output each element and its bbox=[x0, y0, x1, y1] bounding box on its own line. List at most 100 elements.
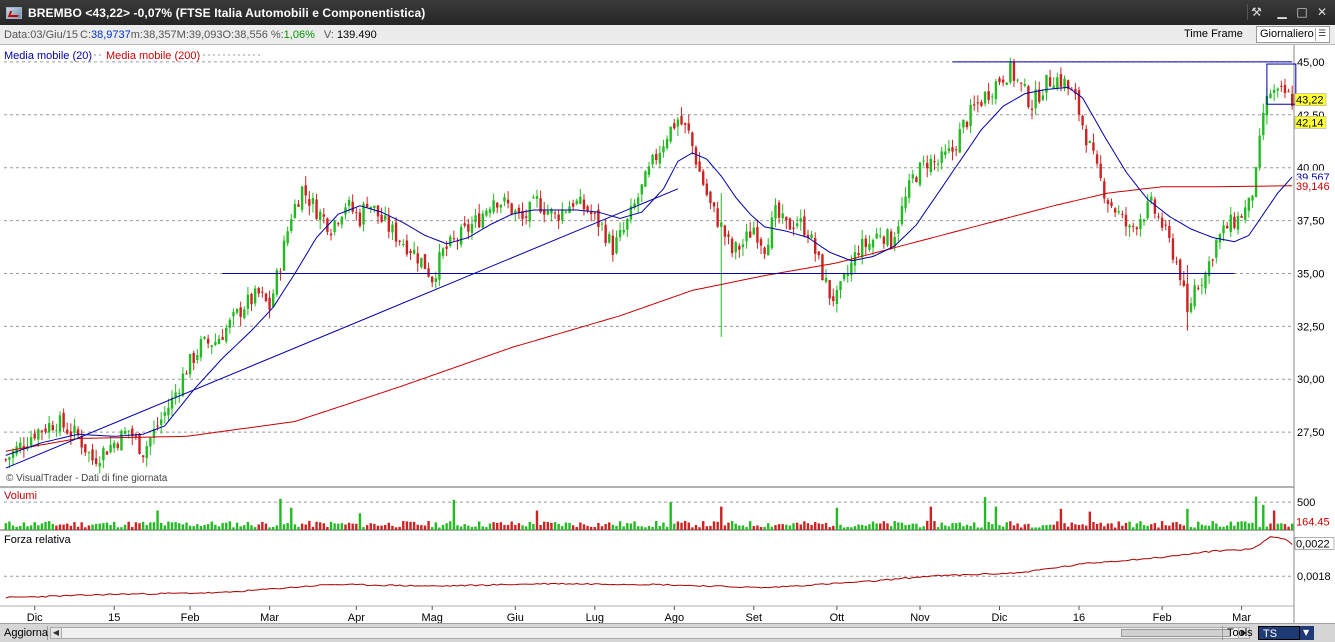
volume-bar bbox=[824, 522, 828, 530]
candle-body bbox=[1157, 216, 1160, 218]
volume-bar bbox=[376, 525, 380, 530]
candle-body bbox=[673, 123, 676, 129]
volume-bar bbox=[1287, 526, 1290, 530]
volume-bar bbox=[897, 522, 900, 530]
time-scrollbar[interactable]: ◀ ▶ bbox=[50, 627, 1250, 639]
volume-bar bbox=[282, 524, 286, 530]
volume-bar bbox=[76, 526, 80, 530]
volume-bar bbox=[904, 525, 907, 530]
ts-dropdown-icon[interactable]: ▼ bbox=[1300, 626, 1314, 640]
volume-bar bbox=[210, 521, 213, 530]
volume-bar bbox=[217, 526, 221, 530]
x-tick-label: Feb bbox=[181, 612, 200, 623]
candle-body bbox=[47, 423, 51, 433]
candle-body bbox=[817, 251, 821, 256]
candle-body bbox=[8, 457, 11, 460]
volume-bar bbox=[748, 521, 752, 530]
candle-body bbox=[373, 205, 376, 208]
candle-body bbox=[940, 151, 943, 163]
candle-body bbox=[1197, 287, 1200, 289]
candle-body bbox=[492, 200, 495, 213]
volume-bar bbox=[304, 524, 307, 530]
candle-body bbox=[1059, 74, 1063, 87]
volume-bar bbox=[622, 526, 625, 530]
volume-bar bbox=[763, 526, 766, 530]
candle-body bbox=[647, 166, 651, 175]
candle-body bbox=[1283, 85, 1287, 94]
legend-ma20: Media mobile (20) bbox=[4, 50, 92, 62]
chevron-down-icon[interactable]: ☰ bbox=[1315, 28, 1328, 41]
volume-bar bbox=[272, 527, 275, 530]
volume-bar bbox=[1012, 525, 1016, 530]
volume-bar bbox=[311, 526, 315, 530]
candle-body bbox=[1048, 77, 1052, 87]
candle-body bbox=[116, 443, 120, 448]
candle-body bbox=[781, 213, 784, 219]
volume-bar bbox=[774, 525, 777, 530]
candle-body bbox=[980, 102, 983, 106]
tools-button[interactable]: Tools bbox=[1222, 626, 1257, 640]
candle-body bbox=[821, 254, 824, 281]
volume-bar bbox=[430, 527, 434, 530]
candle-body bbox=[1030, 108, 1034, 111]
volume-bar bbox=[777, 524, 781, 530]
scroll-thumb[interactable] bbox=[1121, 629, 1231, 637]
close-icon[interactable]: ✕ bbox=[1313, 4, 1331, 20]
candle-body bbox=[134, 435, 138, 437]
volume-bar bbox=[225, 522, 228, 530]
candle-body bbox=[777, 202, 781, 218]
volume-bar bbox=[806, 523, 810, 530]
candle-body bbox=[644, 171, 647, 187]
candle-body bbox=[936, 163, 940, 165]
volume-bar bbox=[127, 521, 130, 530]
volume-bar bbox=[163, 525, 166, 530]
volume-bar bbox=[1150, 524, 1153, 530]
candle-body bbox=[564, 211, 568, 213]
candle-body bbox=[412, 249, 416, 254]
candle-body bbox=[702, 171, 705, 185]
candle-body bbox=[954, 149, 958, 151]
timeframe-select[interactable]: Giornaliero ☰ bbox=[1256, 26, 1330, 43]
candle-body bbox=[459, 226, 463, 245]
volume-bar bbox=[1153, 523, 1157, 530]
volume-bar bbox=[1016, 523, 1019, 530]
volume-bar bbox=[243, 525, 246, 530]
maximize-icon[interactable]: □ bbox=[1293, 4, 1311, 20]
volume-bar bbox=[188, 525, 192, 530]
candle-body bbox=[105, 451, 109, 455]
candle-body bbox=[1258, 135, 1261, 168]
minimize-icon[interactable]: ▁ bbox=[1273, 4, 1291, 20]
info-max-label: M: bbox=[176, 28, 189, 41]
candle-body bbox=[1247, 197, 1251, 211]
volume-bar bbox=[1023, 524, 1026, 530]
volume-bar bbox=[355, 523, 358, 530]
window-titlebar: BREMBO <43,22> -0,07% (FTSE Italia Autom… bbox=[0, 0, 1335, 25]
candle-body bbox=[767, 244, 770, 256]
scroll-left-icon[interactable]: ◀ bbox=[51, 628, 62, 638]
candle-body bbox=[897, 226, 900, 234]
candle-body bbox=[430, 276, 434, 283]
candle-body bbox=[1153, 199, 1157, 214]
chart-area[interactable]: 45,00 42,50 40,00 37,50 35,00 32,50 30,00 27,50… bbox=[0, 45, 1335, 623]
x-tick-label: Lug bbox=[586, 612, 604, 623]
aggiorna-button[interactable]: Aggiorna bbox=[2, 626, 48, 640]
candle-body bbox=[496, 202, 499, 208]
volume-bar bbox=[427, 520, 430, 530]
tools-icon[interactable]: ⚒ bbox=[1247, 4, 1265, 20]
candle-body bbox=[748, 231, 752, 238]
candle-body bbox=[304, 185, 307, 196]
candle-body bbox=[503, 197, 506, 202]
volume-bar bbox=[669, 502, 672, 530]
volume-bar bbox=[951, 523, 954, 530]
volume-bar bbox=[933, 521, 936, 530]
candle-body bbox=[1012, 61, 1016, 81]
ts-off-button[interactable]: TS OFF bbox=[1258, 626, 1300, 640]
volume-bar bbox=[235, 522, 239, 530]
info-open-value: 38,556 bbox=[234, 28, 268, 41]
volume-bar bbox=[293, 524, 297, 530]
candle-body bbox=[470, 224, 474, 234]
volume-bar bbox=[420, 525, 423, 530]
volume-bar bbox=[900, 522, 904, 530]
volume-bar bbox=[1066, 526, 1070, 530]
chart-svg[interactable]: 45,0042,5040,0037,5035,0032,5030,0027,50… bbox=[0, 45, 1335, 623]
